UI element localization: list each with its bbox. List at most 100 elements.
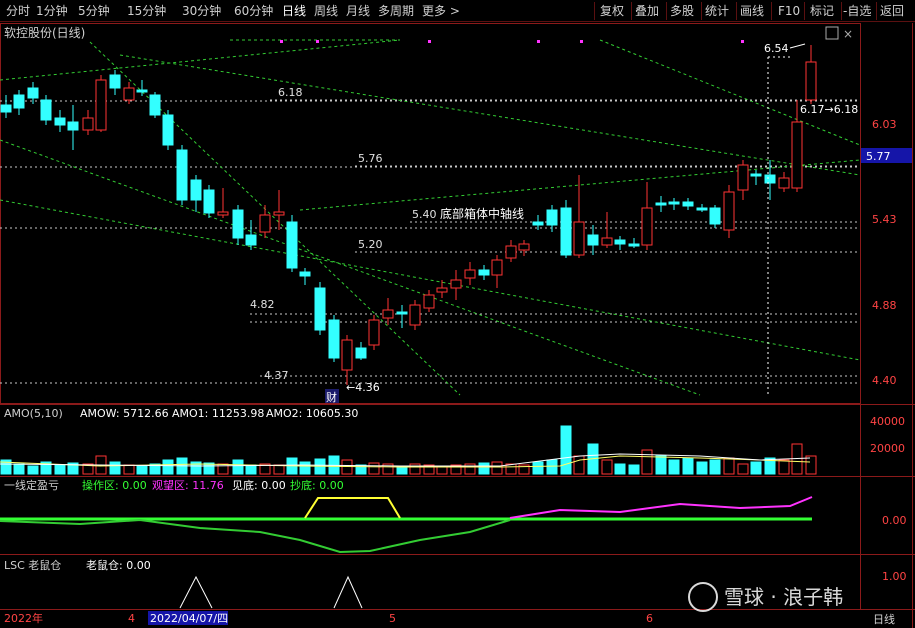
candle-body	[328, 319, 340, 359]
candle-body	[573, 221, 585, 256]
amo-bar	[573, 455, 585, 475]
ind2-value: 老鼠仓: 0.00	[86, 558, 151, 572]
level-label-437: 4.37	[264, 369, 289, 382]
level-label-520: 5.20	[358, 238, 383, 251]
trend-line	[119, 54, 861, 176]
candle-body	[423, 294, 435, 309]
signal-marker	[316, 40, 319, 43]
time-cursor-label: 2022/04/07/四	[150, 612, 228, 625]
ind1-lines	[0, 496, 813, 554]
ind1-magenta-curve	[509, 496, 813, 519]
candle-body	[13, 94, 25, 109]
level-lines	[0, 99, 860, 384]
amo-bar	[737, 463, 749, 475]
signal-marker	[280, 40, 283, 43]
candle-body	[123, 87, 135, 101]
watermark: 雪球 · 浪子韩	[688, 582, 843, 612]
candle-body	[737, 164, 749, 191]
time-axis-label: 5	[389, 612, 396, 625]
amo-bar	[805, 455, 817, 475]
amo-bar	[245, 464, 257, 475]
current-price-label: 5.77	[866, 150, 891, 163]
candle-body	[54, 117, 66, 126]
low-price-label: ←4.36	[346, 381, 380, 394]
amo-bar	[601, 459, 613, 475]
signal-marker	[580, 40, 583, 43]
candle-body	[518, 243, 530, 251]
high-marker-arrow	[789, 43, 806, 49]
kline-chart-area[interactable]: 软控股份(日线) × 6.18 5.76 5.40 底部箱体中轴线 5.20 4…	[0, 0, 915, 628]
candle-body	[655, 202, 667, 206]
finance-event-label[interactable]: 财	[326, 390, 337, 404]
amo-bars	[0, 425, 817, 475]
candle-body	[478, 269, 490, 276]
candle-body	[560, 207, 572, 256]
candle-body	[203, 189, 215, 214]
amo-bar	[532, 461, 544, 475]
level-label-540: 5.40	[412, 208, 437, 221]
price-axis-label: 4.40	[872, 374, 897, 387]
ind1-buy: 抄底: 0.00	[290, 478, 344, 492]
candle-body	[95, 79, 107, 131]
signal-markers	[280, 40, 744, 43]
amo-amo1: AMO1: 11253.98	[172, 407, 264, 420]
ind1-green-curve	[0, 518, 511, 554]
candle-body	[750, 173, 762, 177]
snowball-logo-icon	[688, 582, 718, 612]
ind1-axis-label: 0.00	[882, 514, 907, 527]
title-icons: ×	[825, 26, 853, 41]
price-axis-label: 4.88	[872, 299, 897, 312]
candle-body	[232, 209, 244, 239]
candle-body	[299, 271, 311, 277]
ind1-yellow-signal	[304, 497, 401, 519]
candle-body	[136, 89, 148, 93]
candle-body	[546, 209, 558, 226]
amo-bar	[13, 463, 25, 475]
candle-body	[723, 191, 735, 231]
candle-body	[614, 239, 626, 245]
trend-line	[599, 39, 861, 146]
candle-body	[641, 207, 653, 246]
close-icon[interactable]: ×	[843, 27, 853, 41]
candle-body	[368, 319, 380, 346]
level-label-576: 5.76	[358, 152, 383, 165]
ind2-signal-triangle	[333, 575, 363, 609]
ind1-watch: 观望区: 11.76	[152, 479, 224, 492]
candle-body	[82, 117, 94, 131]
amo-axis-label: 20000	[870, 442, 905, 455]
candle-body	[217, 211, 229, 216]
amo-amo2: AMO2: 10605.30	[266, 407, 358, 420]
candle-body	[355, 347, 367, 359]
amo-bar	[109, 461, 121, 475]
amo-bar	[299, 461, 311, 475]
candle-body	[314, 287, 326, 331]
amo-amow: AMOW: 5712.66	[80, 407, 169, 420]
candle-body	[436, 287, 448, 293]
signal-marker	[537, 40, 540, 43]
candle-body	[532, 221, 544, 226]
panel-frames	[0, 23, 915, 628]
ind1-op: 操作区: 0.00	[82, 478, 147, 492]
candle-body	[273, 211, 285, 216]
amo-bar	[546, 459, 558, 475]
amo-bar	[709, 459, 721, 475]
level-label-618: 6.18	[278, 86, 303, 99]
period-label: 日线	[873, 612, 895, 626]
candle-body	[450, 279, 462, 289]
amo-bar	[162, 459, 174, 475]
amo-bar	[696, 461, 708, 475]
amo-bar	[628, 464, 640, 475]
candle-body	[245, 234, 257, 246]
amo-bar	[232, 459, 244, 475]
window-restore-icon[interactable]	[825, 26, 839, 40]
candle-body	[778, 177, 790, 189]
amo-bar	[560, 425, 572, 475]
candle-body	[491, 259, 503, 276]
price-axis-label: 6.03	[872, 118, 897, 131]
ind2-axis-label: 1.00	[882, 570, 907, 583]
amo-axis-label: 40000	[870, 415, 905, 428]
amo-bar	[750, 461, 762, 475]
ind1-bottom: 见底: 0.00	[232, 478, 286, 492]
stock-title: 软控股份(日线)	[4, 26, 85, 40]
candle-body	[341, 339, 353, 371]
